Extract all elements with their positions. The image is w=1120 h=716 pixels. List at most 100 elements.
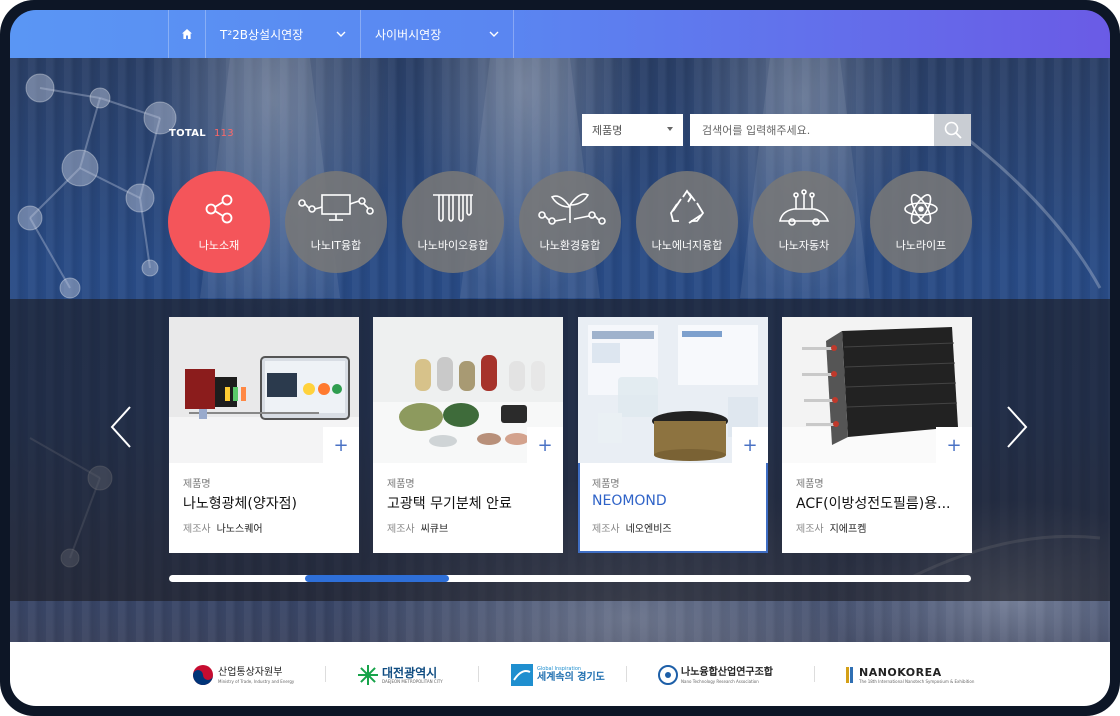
footer-divider	[626, 666, 627, 682]
product-maker: 제조사 씨큐브	[387, 520, 448, 535]
logo-sub: DAEJEON METROPOLITAN CITY	[382, 678, 443, 684]
logo-name: 세계속의 경기도	[537, 671, 605, 683]
top-navigation: T²2B상설시연장 사이버시연장	[10, 10, 1110, 58]
carousel-scrollbar[interactable]	[169, 575, 971, 582]
daejeon-symbol-icon	[358, 665, 378, 685]
category-label: 나노라이프	[895, 239, 947, 252]
logo-sub: Nano Technology Research Association	[681, 678, 759, 684]
category-nano-environment[interactable]: 나노환경융합	[519, 171, 621, 273]
product-maker: 제조사 지에프켐	[796, 520, 866, 535]
product-name: 고광택 무기분체 안료	[387, 496, 512, 512]
logo-nanokorea[interactable]: NANOKOREA The 18th International Nanotec…	[846, 662, 974, 688]
gyeonggi-symbol-icon	[511, 664, 533, 686]
home-button[interactable]	[168, 10, 205, 58]
logo-name: 대전광역시	[382, 665, 438, 680]
nano-association-icon	[658, 665, 678, 685]
category-label: 나노환경융합	[539, 239, 601, 252]
monitor-network-icon	[298, 194, 374, 221]
nav-menu-t2b-showroom[interactable]: T²2B상설시연장	[205, 10, 360, 58]
share-nodes-icon	[205, 194, 233, 224]
search-category-select[interactable]: 제품명	[582, 114, 683, 146]
maker-value: 나노스퀘어	[216, 524, 263, 535]
logo-sub: Ministry of Trade, Industry and Energy	[218, 678, 295, 684]
logo-ministry-of-trade[interactable]: 산업통상자원부 Ministry of Trade, Industry and …	[192, 662, 294, 688]
korea-taegeuk-icon	[193, 665, 213, 685]
search-icon	[944, 121, 962, 139]
logo-name: 산업통상자원부	[218, 666, 283, 678]
footer-partner-logos: 산업통상자원부 Ministry of Trade, Industry and …	[10, 642, 1110, 706]
maker-value: 씨큐브	[420, 524, 449, 535]
search-category-value: 제품명	[592, 124, 623, 137]
category-nano-material[interactable]: 나노소재	[168, 171, 270, 273]
maker-value: 지에프켐	[829, 524, 867, 535]
nav-menu-cyber-showroom[interactable]: 사이버시연장	[360, 10, 514, 58]
chevron-down-icon	[336, 31, 346, 37]
total-count: TOTAL 113	[169, 128, 234, 139]
product-name-label: 제품명	[183, 479, 211, 490]
category-nano-bio[interactable]: 나노바이오융합	[402, 171, 504, 273]
category-list: 나노소재 나노IT융합 나노바이오융합 나노환경융합 나노에너지융합 나노자동차	[168, 171, 978, 273]
category-label: 나노IT융합	[310, 239, 362, 252]
product-name: NEOMOND	[592, 493, 667, 509]
chevron-down-icon	[489, 31, 499, 37]
category-nano-life[interactable]: 나노라이프	[870, 171, 972, 273]
maker-label: 제조사	[183, 524, 211, 535]
product-maker: 제조사 네오엔비즈	[592, 520, 672, 535]
logo-daejeon-city[interactable]: 대전광역시 DAEJEON METROPOLITAN CITY	[358, 662, 443, 688]
total-number: 113	[213, 128, 234, 139]
logo-name: NANOKOREA	[859, 665, 942, 679]
category-nano-energy[interactable]: 나노에너지융합	[636, 171, 738, 273]
car-sensor-icon	[779, 189, 830, 226]
product-card[interactable]: + 제품명 고광택 무기분체 안료 제조사 씨큐브	[373, 317, 563, 553]
search-button[interactable]	[934, 114, 971, 146]
logo-name: 나노융합산업연구조합	[681, 666, 773, 678]
add-icon[interactable]: +	[323, 427, 359, 463]
search-input[interactable]	[690, 114, 934, 146]
nanokorea-symbol-icon	[846, 667, 853, 683]
caret-down-icon	[667, 127, 673, 131]
logo-gyeonggi-province[interactable]: Global Inspiration 세계속의 경기도	[511, 662, 605, 688]
maker-label: 제조사	[592, 524, 620, 535]
maker-value: 네오엔비즈	[625, 524, 672, 535]
product-card-selected[interactable]: + 제품명 NEOMOND 제조사 네오엔비즈	[578, 317, 768, 553]
total-label: TOTAL	[169, 128, 206, 139]
category-label: 나노자동차	[778, 239, 830, 252]
atom-icon	[904, 194, 938, 224]
product-name-label: 제품명	[387, 479, 415, 490]
footer-divider	[478, 666, 479, 682]
category-nano-car[interactable]: 나노자동차	[753, 171, 855, 273]
footer-divider	[814, 666, 815, 682]
carousel-prev-arrow-icon[interactable]	[106, 404, 136, 450]
product-card[interactable]: + 제품명 ACF(이방성전도필름)용... 제조사 지에프켐	[782, 317, 972, 553]
logo-nano-research-association[interactable]: 나노융합산업연구조합 Nano Technology Research Asso…	[658, 662, 773, 688]
screen: T²2B상설시연장 사이버시연장 TOTAL 113 제품명 검색어를 입력해주…	[10, 10, 1110, 706]
hero-section: TOTAL113 제품명 나노소재 나노IT융합 나노	[10, 58, 1110, 642]
maker-label: 제조사	[387, 524, 415, 535]
add-icon[interactable]: +	[527, 427, 563, 463]
add-icon[interactable]: +	[936, 427, 972, 463]
category-nano-it[interactable]: 나노IT융합	[285, 171, 387, 273]
product-name: 나노형광체(양자점)	[183, 496, 297, 512]
product-name-label: 제품명	[796, 479, 824, 490]
home-icon	[182, 29, 192, 39]
sprout-network-icon	[538, 193, 606, 225]
product-name-label: 제품명	[592, 479, 620, 490]
device-frame: T²2B상설시연장 사이버시연장 TOTAL 113 제품명 검색어를 입력해주…	[0, 0, 1120, 716]
nav-menu-label: T²2B상설시연장	[220, 27, 304, 42]
product-name: ACF(이방성전도필름)용...	[796, 496, 951, 512]
recycle-icon	[670, 189, 705, 224]
add-icon[interactable]: +	[732, 427, 768, 463]
footer-divider	[325, 666, 326, 682]
maker-label: 제조사	[796, 524, 824, 535]
carousel-next-arrow-icon[interactable]	[1002, 404, 1032, 450]
logo-sub: The 18th International Nanotech Symposiu…	[859, 678, 975, 684]
nav-menu-label: 사이버시연장	[375, 27, 442, 42]
product-card[interactable]: + 제품명 나노형광체(양자점) 제조사 나노스퀘어	[169, 317, 359, 553]
carousel-scrollbar-thumb[interactable]	[305, 575, 449, 582]
product-maker: 제조사 나노스퀘어	[183, 520, 263, 535]
category-label: 나노소재	[198, 239, 240, 252]
category-label: 나노에너지융합	[651, 239, 723, 252]
category-label: 나노바이오융합	[417, 239, 489, 252]
test-tubes-icon	[433, 194, 473, 222]
product-carousel: + 제품명 나노형광체(양자점) 제조사 나노스퀘어 + 제품명 고광택 무기분…	[10, 299, 1110, 601]
